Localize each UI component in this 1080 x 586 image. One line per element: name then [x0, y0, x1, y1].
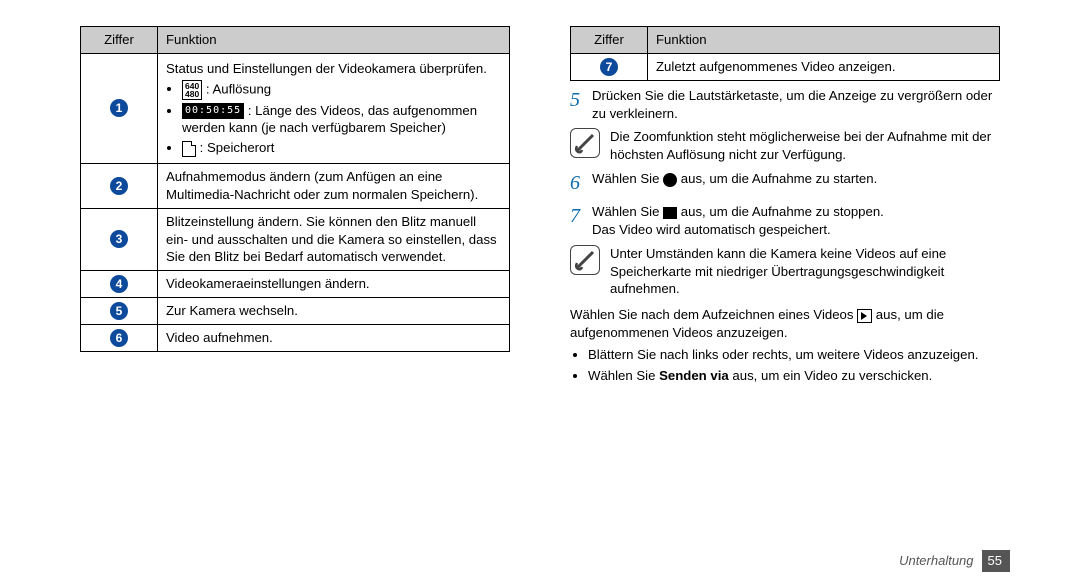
post-record-text: Wählen Sie nach dem Aufzeichnen eines Vi…	[570, 306, 1000, 342]
badge-1: 1	[110, 99, 128, 117]
th-ziffer: Ziffer	[81, 27, 158, 54]
th-funktion-r: Funktion	[648, 27, 1000, 54]
duration-icon: 00:50:55	[182, 103, 244, 119]
badge-3: 3	[110, 230, 128, 248]
right-column: Ziffer Funktion 7 Zuletzt aufgenommenes …	[570, 26, 1000, 570]
note-icon	[570, 245, 600, 275]
row1-b1: : Auflösung	[206, 81, 271, 96]
stop-icon	[663, 207, 677, 219]
footer-category: Unterhaltung	[899, 552, 973, 570]
step-6: 6 Wählen Sie aus, um die Aufnahme zu sta…	[570, 170, 1000, 197]
table-row: 7 Zuletzt aufgenommenes Video anzeigen.	[571, 53, 1000, 80]
badge-5: 5	[110, 302, 128, 320]
note-sd: Unter Umständen kann die Kamera keine Vi…	[570, 245, 1000, 298]
badge-6: 6	[110, 329, 128, 347]
table-row: 4 Videokameraeinstellungen ändern.	[81, 271, 510, 298]
badge-4: 4	[110, 275, 128, 293]
step-5: 5 Drücken Sie die Lautstärketaste, um di…	[570, 87, 1000, 123]
resolution-icon: 640480	[182, 80, 202, 100]
row1-intro: Status und Einstellungen der Videokamera…	[166, 60, 501, 78]
function-table-right: Ziffer Funktion 7 Zuletzt aufgenommenes …	[570, 26, 1000, 81]
function-table-left: Ziffer Funktion 1 Status und Einstellung…	[80, 26, 510, 352]
record-icon	[663, 173, 677, 187]
row6-text: Video aufnehmen.	[158, 325, 510, 352]
th-ziffer-r: Ziffer	[571, 27, 648, 54]
table-row: 6 Video aufnehmen.	[81, 325, 510, 352]
row7-text: Zuletzt aufgenommenes Video anzeigen.	[648, 53, 1000, 80]
page-footer: Unterhaltung 55	[899, 550, 1010, 572]
table-row: 1 Status und Einstellungen der Videokame…	[81, 53, 510, 163]
th-funktion: Funktion	[158, 27, 510, 54]
row2-text: Aufnahmemodus ändern (zum Anfügen an ein…	[158, 164, 510, 209]
play-icon	[857, 309, 872, 323]
table-row: 5 Zur Kamera wechseln.	[81, 298, 510, 325]
storage-icon	[182, 141, 196, 157]
row4-text: Videokameraeinstellungen ändern.	[158, 271, 510, 298]
row3-text: Blitzeinstellung ändern. Sie können den …	[158, 208, 510, 270]
list-item: Wählen Sie Senden via aus, um ein Video …	[588, 367, 1000, 385]
badge-7: 7	[600, 58, 618, 76]
badge-2: 2	[110, 177, 128, 195]
row1-b3: : Speicherort	[200, 140, 275, 155]
footer-page-number: 55	[982, 550, 1010, 572]
post-bullets: Blättern Sie nach links oder rechts, um …	[588, 346, 1000, 385]
row5-text: Zur Kamera wechseln.	[158, 298, 510, 325]
list-item: Blättern Sie nach links oder rechts, um …	[588, 346, 1000, 364]
table-row: 3 Blitzeinstellung ändern. Sie können de…	[81, 208, 510, 270]
left-column: Ziffer Funktion 1 Status und Einstellung…	[80, 26, 510, 570]
note-zoom: Die Zoomfunktion steht möglicherweise be…	[570, 128, 1000, 164]
note-icon	[570, 128, 600, 158]
table-row: 2 Aufnahmemodus ändern (zum Anfügen an e…	[81, 164, 510, 209]
step-7: 7 Wählen Sie aus, um die Aufnahme zu sto…	[570, 203, 1000, 239]
